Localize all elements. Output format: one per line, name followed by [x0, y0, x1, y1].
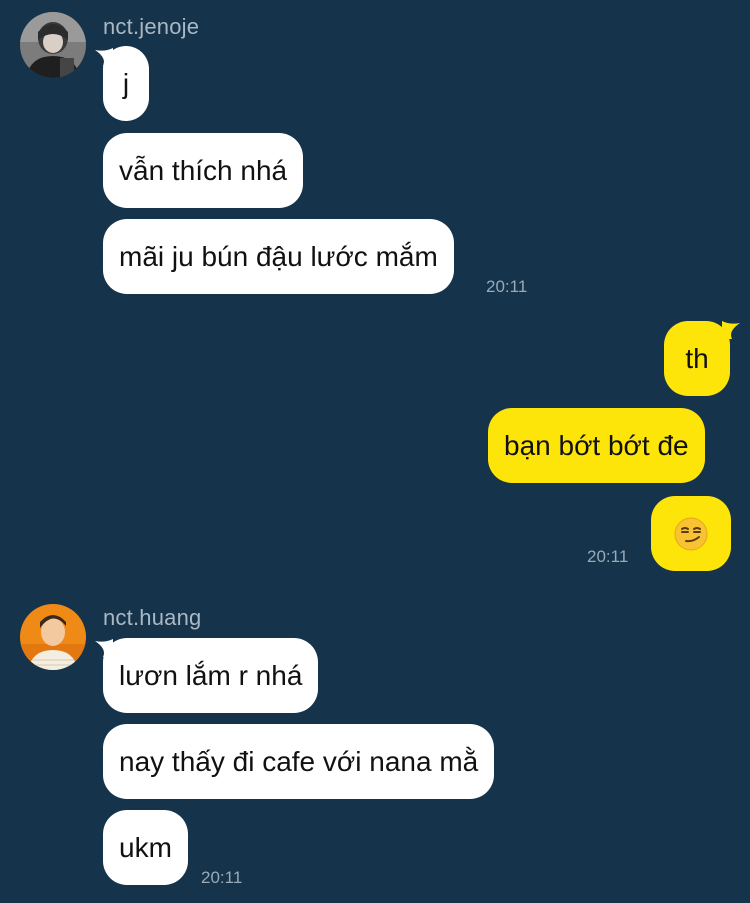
profile-photo-orange-icon	[20, 604, 86, 670]
message-text: lươn lắm r nhá	[119, 659, 303, 691]
message-bubble[interactable]: j	[103, 46, 149, 121]
message-text: nay thấy đi cafe với nana mằ	[119, 745, 479, 777]
message-bubble[interactable]: vẫn thích nhá	[103, 133, 304, 208]
message-text: mãi ju bún đậu lước mắm	[119, 240, 438, 272]
timestamp: 20:11	[587, 547, 629, 566]
avatar-huang[interactable]	[20, 604, 86, 670]
timestamp: 20:11	[486, 277, 528, 296]
message-text: th	[685, 342, 709, 374]
timestamp: 20:11	[201, 868, 243, 887]
message-bubble[interactable]: bạn bớt bớt đe	[488, 408, 705, 483]
message-bubble[interactable]: th	[664, 321, 730, 396]
message-text: bạn bớt bớt đe	[504, 429, 689, 461]
message-bubble[interactable]	[651, 496, 731, 571]
sender-name: nct.huang	[103, 605, 202, 630]
sender-name: nct.jenoje	[103, 14, 200, 39]
message-text: ukm	[119, 831, 172, 863]
message-bubble[interactable]: nay thấy đi cafe với nana mằ	[103, 724, 495, 799]
message-text: j	[122, 67, 130, 99]
message-bubble[interactable]: mãi ju bún đậu lước mắm	[103, 219, 454, 294]
message-text: vẫn thích nhá	[119, 154, 288, 186]
avatar-jenoje[interactable]	[20, 12, 86, 78]
profile-photo-dark-icon	[20, 12, 86, 78]
smirking-face-icon	[674, 517, 708, 550]
message-bubble[interactable]: ukm	[103, 810, 188, 885]
message-bubble[interactable]: lươn lắm r nhá	[103, 638, 319, 713]
